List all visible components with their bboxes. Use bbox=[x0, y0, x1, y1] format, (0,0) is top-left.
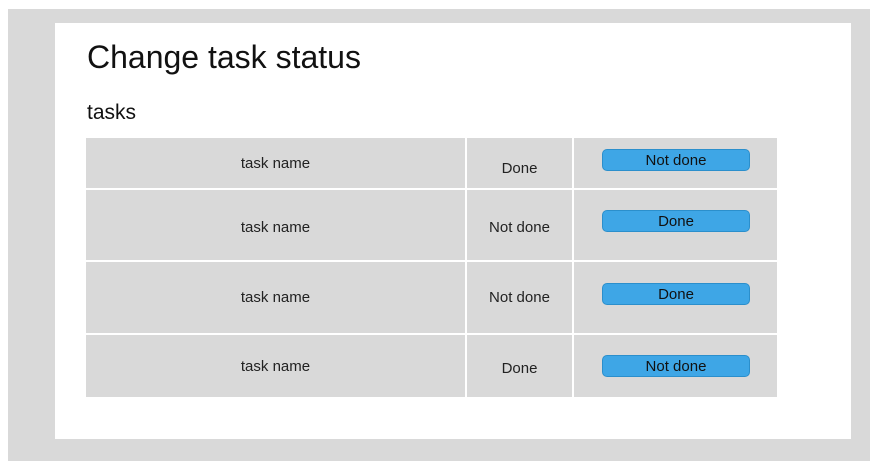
task-table: task name Done Not done task name Not do… bbox=[86, 138, 777, 397]
change-status-button[interactable]: Done bbox=[602, 283, 750, 305]
task-status-cell: Done bbox=[465, 138, 572, 188]
task-status-text: Not done bbox=[489, 218, 550, 236]
task-status-text: Done bbox=[501, 359, 538, 377]
page-title: Change task status bbox=[87, 39, 361, 75]
task-status-cell: Not done bbox=[465, 262, 572, 333]
task-status-cell: Done bbox=[465, 335, 572, 397]
task-row: task name Not done Done bbox=[86, 260, 777, 333]
task-name-cell: task name bbox=[240, 218, 311, 236]
change-status-button[interactable]: Not done bbox=[602, 149, 750, 171]
task-status-cell: Not done bbox=[465, 190, 572, 260]
task-action-cell: Done bbox=[572, 262, 777, 333]
change-status-button[interactable]: Done bbox=[602, 210, 750, 232]
change-status-button[interactable]: Not done bbox=[602, 355, 750, 377]
task-status-text: Not done bbox=[489, 289, 550, 306]
task-name-cell: task name bbox=[240, 289, 311, 306]
task-row: task name Done Not done bbox=[86, 333, 777, 397]
task-row: task name Done Not done bbox=[86, 138, 777, 188]
task-name-cell: task name bbox=[240, 357, 311, 375]
task-action-cell: Not done bbox=[572, 138, 777, 188]
task-name-cell: task name bbox=[240, 154, 311, 172]
section-label-tasks: tasks bbox=[87, 101, 137, 124]
task-action-cell: Done bbox=[572, 190, 777, 260]
task-row: task name Not done Done bbox=[86, 188, 777, 260]
task-action-cell: Not done bbox=[572, 335, 777, 397]
task-status-text: Done bbox=[501, 159, 538, 177]
